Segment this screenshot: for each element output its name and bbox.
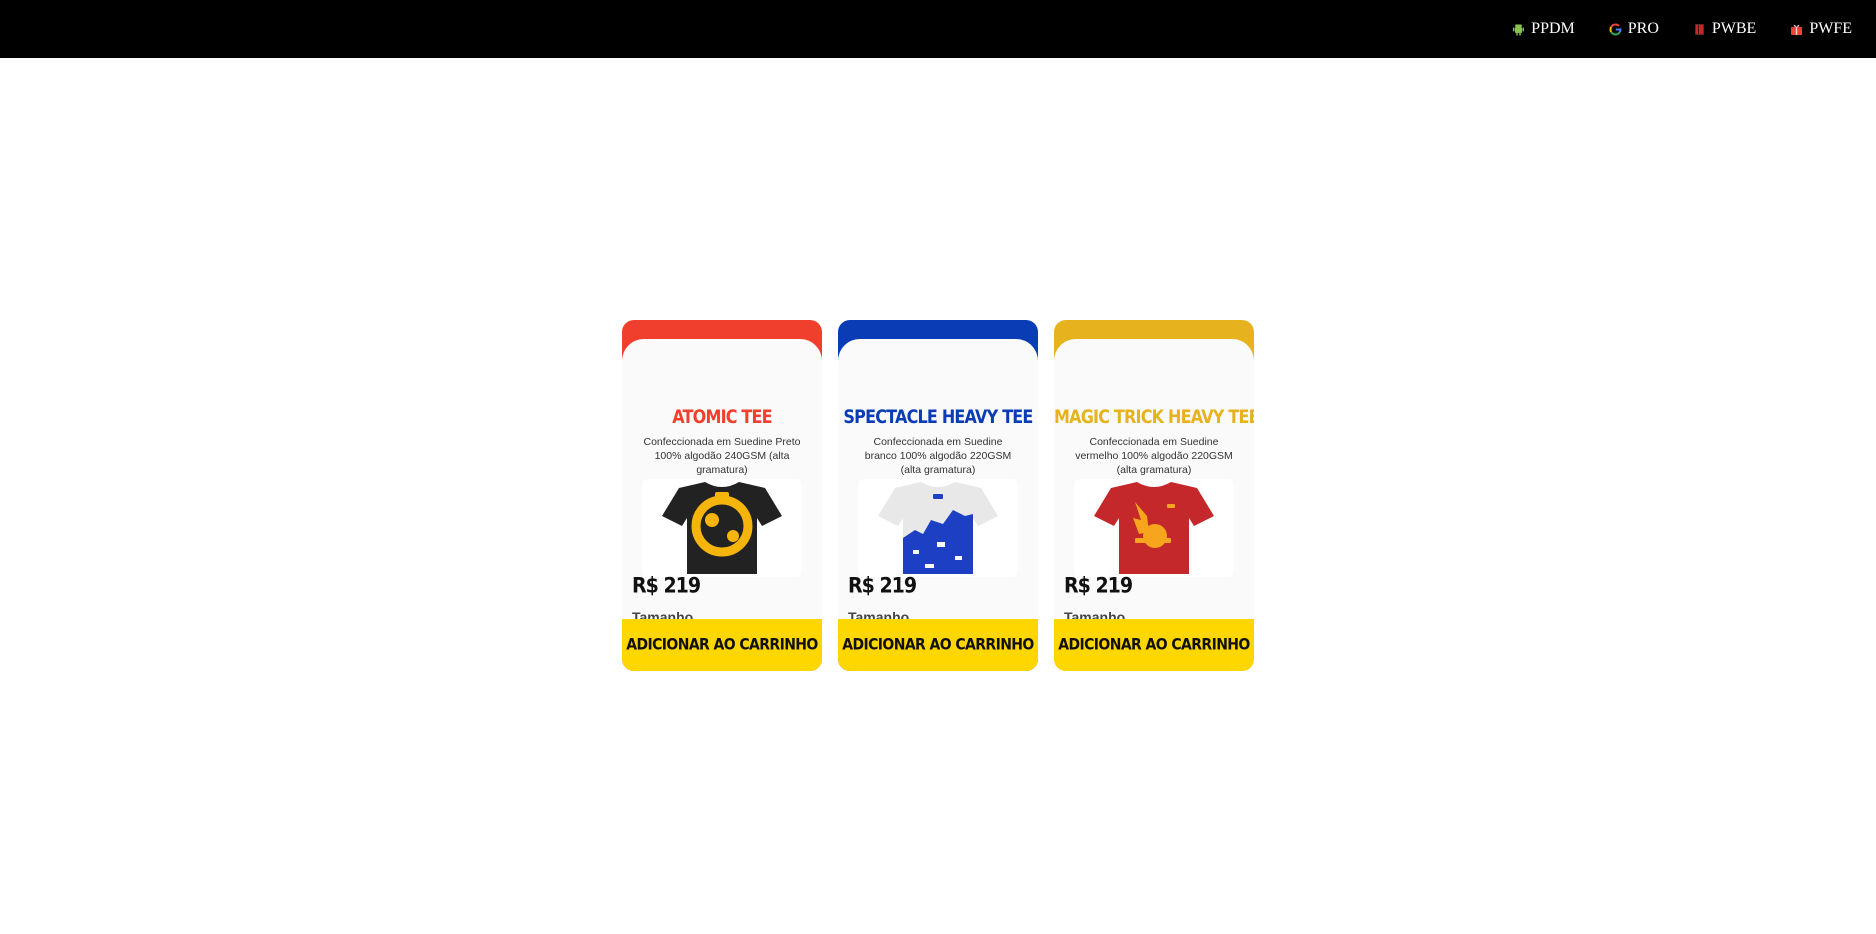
product-image[interactable] [1074,479,1234,577]
nav-link-ppdm[interactable]: PPDM [1512,20,1575,38]
tshirt-spectacle-image [878,482,998,574]
product-description: Confeccionada em Suedine branco 100% alg… [864,436,1012,476]
product-price: R$ 219 [1064,573,1133,599]
product-card-spectacle-heavy-tee: SPECTACLE HEAVY TEE Confeccionada em Sue… [838,320,1038,671]
android-icon [1513,24,1525,35]
nav-label: PPDM [1531,20,1575,37]
product-price: R$ 219 [632,573,701,599]
product-title: ATOMIC TEE [672,405,772,428]
product-description: Confeccionada em Suedine vermelho 100% a… [1075,436,1233,476]
product-card-atomic-tee: ATOMIC TEE Confeccionada em Suedine Pret… [622,320,822,671]
product-title: MAGIC TRICK HEAVY TEE [1054,405,1254,428]
add-to-cart-label: ADICIONAR AO CARRINHO [626,635,818,655]
nav-label: PWBE [1711,20,1757,37]
top-navbar: PPDM PRO PWBE PWFE [0,0,1876,58]
card-body: MAGIC TRICK HEAVY TEE Confeccionada em S… [1054,339,1254,638]
google-icon [1609,22,1622,35]
add-to-cart-button[interactable]: ADICIONAR AO CARRINHO [838,619,1038,671]
nav-label: PWFE [1809,20,1852,37]
add-to-cart-button[interactable]: ADICIONAR AO CARRINHO [1054,619,1254,671]
nav-links: PPDM PRO PWBE PWFE [1512,0,1852,58]
nav-link-pwfe[interactable]: PWFE [1790,20,1852,38]
nav-label: PRO [1627,20,1659,37]
tshirt-atomic-image [662,482,782,574]
product-image[interactable] [642,479,802,577]
product-description: Confeccionada em Suedine Preto 100% algo… [643,436,801,476]
book-icon [1694,23,1704,35]
nav-link-pwbe[interactable]: PWBE [1693,20,1756,38]
gift-icon [1791,24,1803,35]
product-image[interactable] [858,479,1018,577]
product-title: SPECTACLE HEAVY TEE [843,405,1033,428]
add-to-cart-label: ADICIONAR AO CARRINHO [842,635,1034,655]
card-body: SPECTACLE HEAVY TEE Confeccionada em Sue… [838,339,1038,638]
add-to-cart-button[interactable]: ADICIONAR AO CARRINHO [622,619,822,671]
product-price: R$ 219 [848,573,917,599]
nav-link-pro[interactable]: PRO [1609,20,1659,38]
product-card-magic-trick-heavy-tee: MAGIC TRICK HEAVY TEE Confeccionada em S… [1054,320,1254,671]
card-body: ATOMIC TEE Confeccionada em Suedine Pret… [622,339,822,638]
add-to-cart-label: ADICIONAR AO CARRINHO [1058,635,1250,655]
tshirt-magic-trick-image [1094,482,1214,574]
